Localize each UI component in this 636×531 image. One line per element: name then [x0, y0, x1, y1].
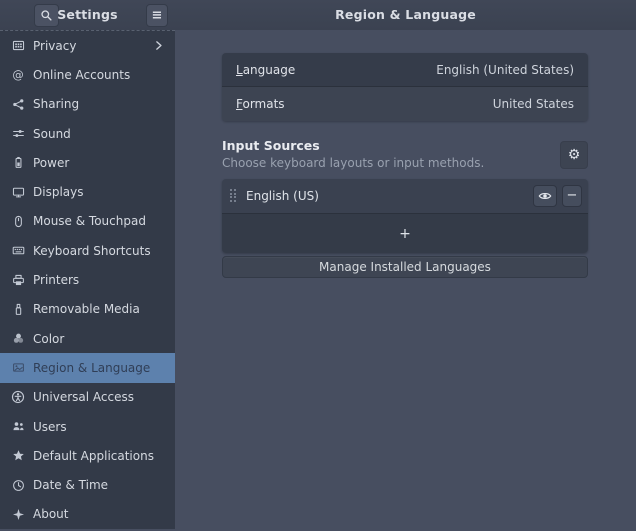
sharing-icon	[10, 96, 26, 112]
sidebar-item-label: Region & Language	[33, 360, 151, 375]
universal-access-icon	[10, 389, 26, 405]
users-icon	[10, 419, 26, 435]
default-apps-icon	[10, 448, 26, 464]
input-sources-header: Input Sources Choose keyboard layouts or…	[222, 138, 588, 174]
manage-installed-languages-button[interactable]: Manage Installed Languages	[222, 256, 588, 278]
sidebar-item-label: Users	[33, 419, 67, 434]
power-icon	[10, 155, 26, 171]
sidebar-item-label: Keyboard Shortcuts	[33, 243, 151, 258]
color-icon	[10, 331, 26, 347]
sidebar-item-printers[interactable]: Printers	[0, 265, 175, 294]
sidebar-item-sound[interactable]: Sound	[0, 119, 175, 148]
sidebar-item-date-time[interactable]: Date & Time	[0, 470, 175, 499]
sidebar-item-label: Date & Time	[33, 478, 109, 493]
language-row[interactable]: Language English (United States)	[222, 53, 588, 87]
drag-handle-icon[interactable]	[230, 189, 240, 203]
sound-icon	[10, 126, 26, 142]
chevron-right-icon	[152, 39, 165, 52]
region-language-card: Language English (United States) Formats…	[222, 53, 588, 121]
sidebar-item-label: Removable Media	[33, 302, 140, 317]
remove-source-button[interactable]: −	[562, 185, 582, 207]
removable-media-icon	[10, 301, 26, 317]
sidebar-item-mouse-touchpad[interactable]: Mouse & Touchpad	[0, 207, 175, 236]
sidebar-item-removable-media[interactable]: Removable Media	[0, 295, 175, 324]
formats-row[interactable]: Formats United States	[222, 87, 588, 121]
preview-layout-button[interactable]	[533, 185, 557, 207]
sidebar-item-label: Mouse & Touchpad	[33, 214, 146, 229]
sidebar-item-label: Sound	[33, 126, 71, 141]
sidebar-item-power[interactable]: Power	[0, 148, 175, 177]
input-source-label: English (US)	[246, 189, 319, 203]
svg-text:@: @	[12, 68, 23, 82]
gear-icon: ⚙	[567, 147, 581, 163]
sidebar-item-label: Sharing	[33, 97, 80, 112]
input-sources-list: English (US) − +	[222, 179, 588, 253]
date-time-icon	[10, 477, 26, 493]
formats-label: Formats	[236, 97, 285, 111]
sidebar-item-universal-access[interactable]: Universal Access	[0, 383, 175, 412]
input-source-row[interactable]: English (US) −	[222, 179, 588, 214]
headerbar-main: Region & Language	[175, 0, 636, 30]
minus-icon: −	[566, 188, 578, 203]
add-input-source-button[interactable]: +	[222, 214, 588, 253]
main-panel: Language English (United States) Formats…	[175, 30, 636, 531]
formats-value: United States	[492, 97, 574, 111]
about-icon	[10, 506, 26, 522]
displays-icon	[10, 184, 26, 200]
sidebar-item-label: About	[33, 507, 69, 522]
headerbar-left: Settings ≡	[0, 0, 175, 30]
keyboard-icon	[10, 243, 26, 259]
sidebar-item-color[interactable]: Color	[0, 324, 175, 353]
sidebar-item-online-accounts[interactable]: @ Online Accounts	[0, 60, 175, 89]
language-label: Language	[236, 62, 296, 77]
input-sources-subtitle: Choose keyboard layouts or input methods…	[222, 156, 485, 170]
sidebar-item-default-applications[interactable]: Default Applications	[0, 441, 175, 470]
page-title: Region & Language	[335, 7, 476, 22]
sidebar-item-label: Displays	[33, 185, 84, 200]
privacy-icon	[10, 38, 26, 54]
sidebar-item-users[interactable]: Users	[0, 412, 175, 441]
online-accounts-icon: @	[10, 67, 26, 83]
language-value: English (United States)	[436, 62, 574, 77]
headerbar: Settings ≡ Region & Language	[0, 0, 636, 31]
sidebar-item-label: Privacy	[33, 38, 77, 53]
plus-icon: +	[399, 225, 411, 242]
sidebar-item-label: Printers	[33, 273, 80, 288]
menu-button[interactable]: ≡	[146, 4, 168, 27]
sidebar-item-label: Universal Access	[33, 390, 134, 405]
eye-icon	[538, 189, 552, 203]
sidebar-item-label: Color	[33, 331, 65, 346]
hamburger-menu-icon: ≡	[151, 8, 163, 23]
sidebar-item-privacy[interactable]: Privacy	[0, 31, 175, 60]
sidebar-item-label: Power	[33, 155, 70, 170]
sidebar-item-sharing[interactable]: Sharing	[0, 90, 175, 119]
settings-sidebar: Privacy @ Online Accounts Sharing Sound Power…	[0, 30, 175, 529]
input-sources-title: Input Sources	[222, 138, 320, 153]
sidebar-item-about[interactable]: About	[0, 500, 175, 529]
mouse-icon	[10, 213, 26, 229]
sidebar-item-label: Default Applications	[33, 448, 154, 463]
settings-window: Settings ≡ Region & Language Privacy @ Onl…	[0, 0, 636, 531]
sidebar-item-region-language[interactable]: Region & Language	[0, 353, 175, 383]
region-language-icon	[10, 360, 26, 376]
sidebar-item-keyboard-shortcuts[interactable]: Keyboard Shortcuts	[0, 236, 175, 265]
sidebar-item-displays[interactable]: Displays	[0, 177, 175, 206]
printer-icon	[10, 272, 26, 288]
input-sources-options-button[interactable]: ⚙	[560, 141, 588, 169]
sidebar-item-label: Online Accounts	[33, 67, 131, 82]
